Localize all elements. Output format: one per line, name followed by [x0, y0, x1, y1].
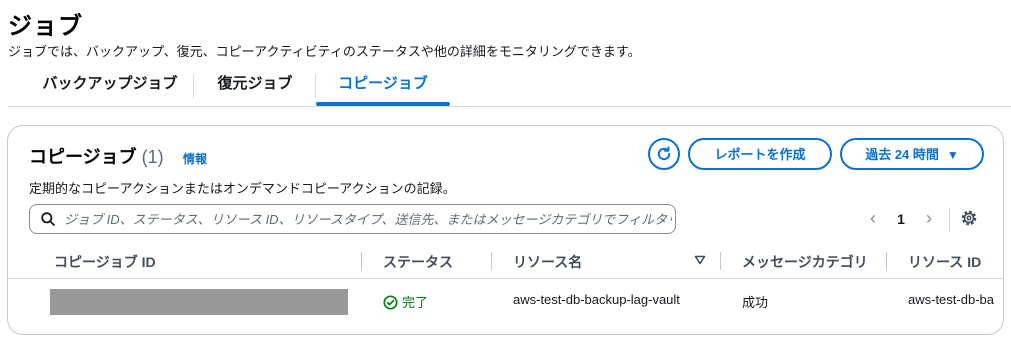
sort-desc-icon[interactable] — [694, 255, 706, 265]
caret-down-icon: ▼ — [946, 148, 959, 162]
tab-backup-jobs[interactable]: バックアップジョブ — [28, 68, 192, 104]
column-header-status[interactable]: ステータス — [383, 252, 453, 272]
page-number[interactable]: 1 — [895, 208, 907, 230]
column-header-message-category[interactable]: メッセージカテゴリ — [742, 252, 868, 272]
column-separator[interactable] — [886, 252, 887, 270]
time-range-dropdown[interactable]: 過去 24 時間 ▼ — [840, 138, 984, 170]
create-report-button[interactable]: レポートを作成 — [688, 138, 832, 170]
refresh-button[interactable] — [648, 138, 680, 170]
search-icon — [41, 212, 55, 226]
resource-id-cell: aws-test-db-ba — [908, 292, 994, 307]
chevron-right-icon[interactable]: › — [922, 208, 936, 230]
settings-icon[interactable] — [960, 209, 978, 227]
tab-separator — [193, 74, 194, 98]
tab-restore-jobs[interactable]: 復元ジョブ — [206, 68, 304, 104]
resource-name-cell: aws-test-db-backup-lag-vault — [513, 292, 680, 307]
panel-title: コピージョブ (1) — [29, 143, 164, 169]
page-title: ジョブ — [8, 13, 83, 40]
column-header-resource-id[interactable]: リソース ID — [908, 252, 981, 272]
pagination-separator — [949, 208, 950, 232]
tab-bar: バックアップジョブ 復元ジョブ コピージョブ — [8, 68, 1011, 107]
column-separator[interactable] — [720, 252, 721, 270]
refresh-icon — [657, 146, 671, 161]
status-badge: 完了 — [383, 292, 428, 311]
panel-title-text: コピージョブ — [29, 147, 137, 167]
tab-copy-jobs[interactable]: コピージョブ — [316, 68, 450, 106]
column-header-copy-job-id[interactable]: コピージョブ ID — [54, 252, 156, 272]
page-description: ジョブでは、バックアップ、復元、コピーアクティビティのステータスや他の詳細をモニ… — [8, 44, 641, 59]
job-count: (1) — [141, 147, 164, 167]
search-input[interactable] — [64, 208, 672, 230]
column-separator[interactable] — [491, 252, 492, 270]
status-text: 完了 — [402, 295, 429, 310]
table-header: コピージョブ ID ステータス リソース名 メッセージカテゴリ リソース ID — [8, 244, 1003, 279]
redacted-copy-job-id[interactable] — [50, 289, 348, 315]
time-range-label: 過去 24 時間 — [865, 147, 939, 162]
message-category-cell: 成功 — [742, 295, 769, 310]
column-header-resource-name[interactable]: リソース名 — [513, 252, 582, 272]
chevron-left-icon[interactable]: ‹ — [866, 208, 880, 230]
info-link[interactable]: 情報 — [183, 150, 207, 167]
column-separator[interactable] — [361, 252, 362, 270]
search-field[interactable] — [29, 204, 676, 234]
table-row: 完了 aws-test-db-backup-lag-vault 成功 aws-t… — [8, 279, 1003, 319]
copy-jobs-panel: コピージョブ (1) 情報 定期的なコピーアクションまたはオンデマンドコピーアク… — [7, 125, 1004, 335]
panel-description: 定期的なコピーアクションまたはオンデマンドコピーアクションの記録。 — [29, 181, 456, 196]
success-check-icon — [383, 295, 398, 310]
